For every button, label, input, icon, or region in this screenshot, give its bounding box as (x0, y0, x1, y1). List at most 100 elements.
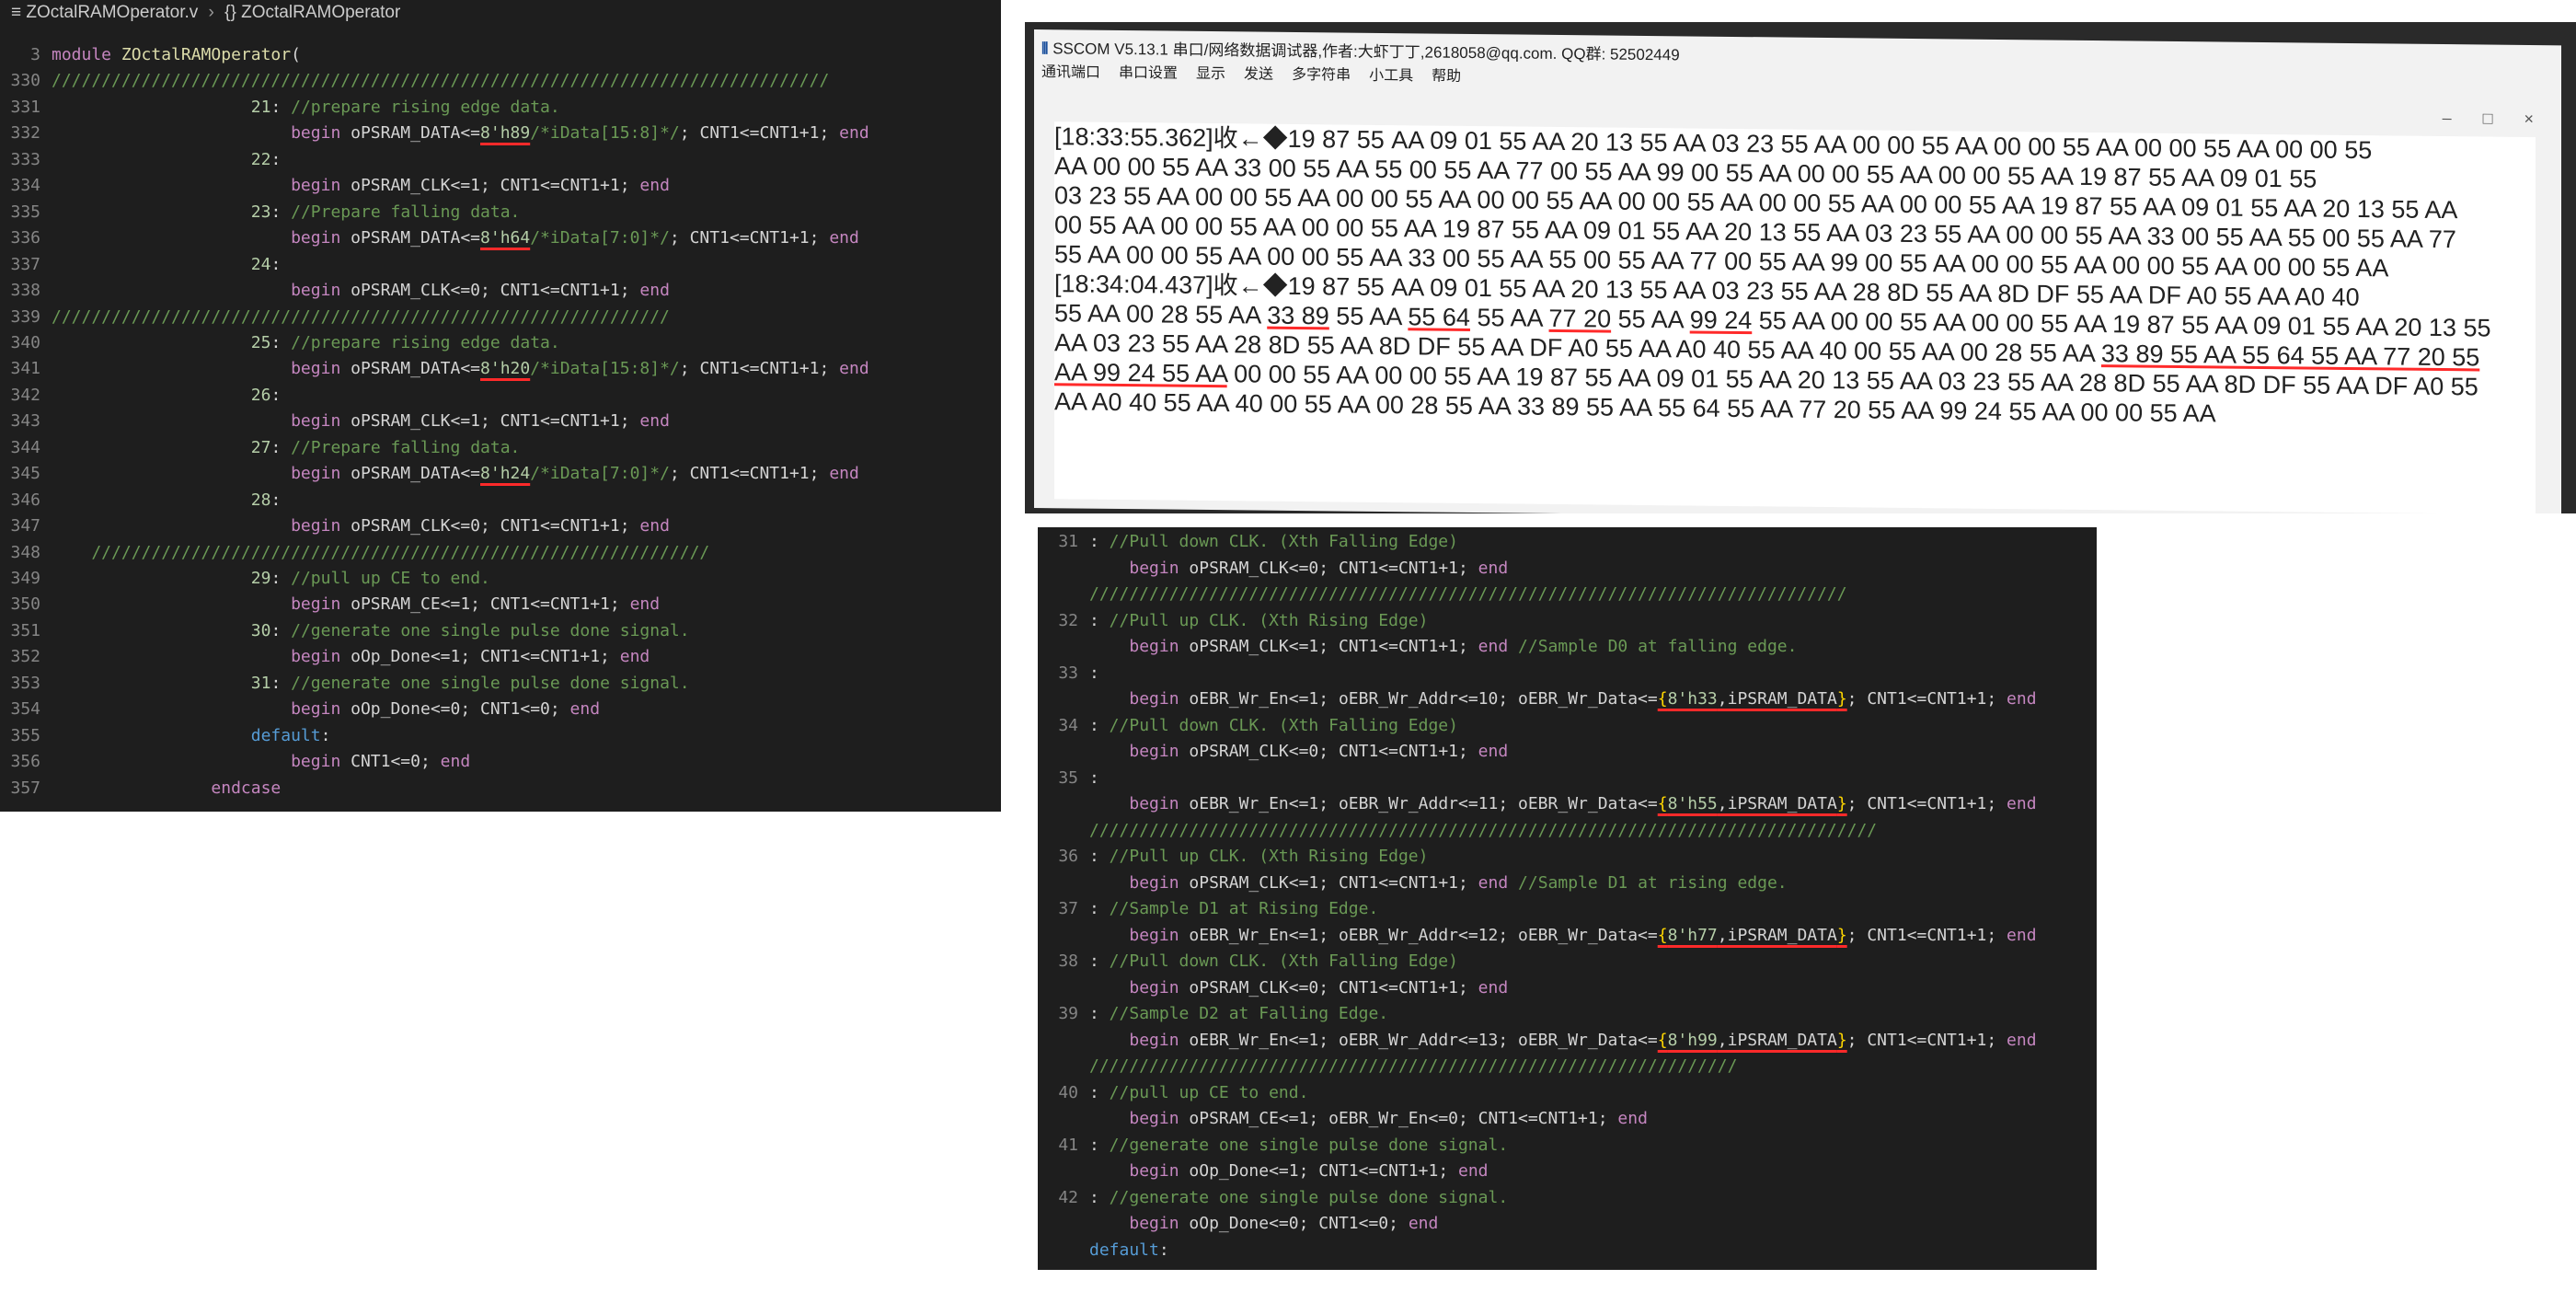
code-line[interactable]: 357 endcase (0, 776, 281, 802)
code-line[interactable]: 333 22: (0, 147, 281, 174)
line-number: 357 (10, 778, 40, 798)
line-number: 342 (10, 385, 40, 405)
code-line[interactable]: default: (1038, 1238, 1169, 1264)
code-token: { (1657, 794, 1668, 813)
code-line[interactable]: 331 21: //prepare rising edge data. (0, 95, 559, 121)
code-line[interactable]: begin oEBR_Wr_En<=1; oEBR_Wr_Addr<=12; o… (1038, 923, 2036, 950)
code-line[interactable]: 36: //Pull up CLK. (Xth Rising Edge) (1038, 844, 1428, 871)
terminal-token: 55 AA (1611, 305, 1690, 334)
code-line[interactable]: begin oOp_Done<=0; CNT1<=0; end (1038, 1211, 1438, 1238)
code-line[interactable]: 37: //Sample D1 at Rising Edge. (1038, 896, 1378, 923)
code-token: 28 (250, 490, 271, 510)
code-line[interactable]: ////////////////////////////////////////… (1038, 582, 1847, 608)
code-line[interactable]: 42: //generate one single pulse done sig… (1038, 1185, 1508, 1212)
code-line[interactable]: begin oEBR_Wr_En<=1; oEBR_Wr_Addr<=11; o… (1038, 791, 2036, 818)
code-line[interactable]: begin oPSRAM_CLK<=1; CNT1<=CNT1+1; end /… (1038, 871, 1787, 897)
code-line[interactable]: 34: //Pull down CLK. (Xth Falling Edge) (1038, 713, 1458, 740)
code-line[interactable]: begin oPSRAM_CLK<=0; CNT1<=CNT1+1; end (1038, 556, 1508, 582)
line-number: 36 (1058, 847, 1078, 866)
code-token: 8'h64 (480, 228, 531, 248)
breadcrumb-file[interactable]: ZOctalRAMOperator.v (26, 3, 198, 22)
code-line[interactable]: 356 begin CNT1<=0; end (0, 749, 470, 776)
code-line[interactable]: 337 24: (0, 252, 281, 279)
code-line[interactable]: 38: //Pull down CLK. (Xth Falling Edge) (1038, 949, 1458, 975)
code-line[interactable]: begin oPSRAM_CLK<=0; CNT1<=CNT1+1; end (1038, 975, 1508, 1002)
code-line[interactable]: begin oPSRAM_CLK<=1; CNT1<=CNT1+1; end /… (1038, 634, 1797, 661)
code-line[interactable]: 347 begin oPSRAM_CLK<=0; CNT1<=CNT1+1; e… (0, 513, 669, 540)
code-line[interactable]: 346 28: (0, 488, 281, 514)
line-number: 330 (10, 71, 40, 91)
code-line[interactable]: 341 begin oPSRAM_DATA<=8'h20/*iData[15:8… (0, 356, 868, 383)
maximize-icon[interactable]: □ (2483, 109, 2493, 127)
code-line[interactable]: 332 begin oPSRAM_DATA<=8'h89/*iData[15:8… (0, 121, 868, 147)
right-code-editor[interactable]: 31: //Pull down CLK. (Xth Falling Edge) … (1038, 527, 2097, 1270)
code-token: 8'h24 (480, 464, 531, 484)
code-line[interactable]: 355 default: (0, 723, 330, 750)
code-token: end (440, 752, 471, 772)
menu-item[interactable]: 通讯端口 (1041, 64, 1100, 81)
code-token: ( (291, 45, 301, 64)
code-line[interactable]: 350 begin oPSRAM_CE<=1; CNT1<=CNT1+1; en… (0, 592, 660, 618)
line-number: 338 (10, 281, 40, 301)
code-line[interactable]: 339 /////////////////////////////////////… (0, 305, 669, 331)
code-token: begin (1129, 1030, 1190, 1050)
code-line[interactable]: 351 30: //generate one single pulse done… (0, 618, 689, 645)
code-line[interactable]: 31: //Pull down CLK. (Xth Falling Edge) (1038, 529, 1458, 556)
code-line[interactable]: 41: //generate one single pulse done sig… (1038, 1133, 1508, 1159)
code-line[interactable]: begin oEBR_Wr_En<=1; oEBR_Wr_Addr<=10; o… (1038, 686, 2036, 713)
code-line[interactable]: 354 begin oOp_Done<=0; CNT1<=0; end (0, 697, 600, 723)
menu-item[interactable]: 显示 (1196, 66, 1225, 82)
code-token: default (250, 725, 321, 745)
line-number: 41 (1058, 1135, 1078, 1155)
code-line[interactable]: 352 begin oOp_Done<=1; CNT1<=CNT1+1; end (0, 644, 650, 671)
code-line[interactable]: 342 26: (0, 383, 281, 409)
code-token: begin (1129, 925, 1190, 945)
code-line[interactable]: 336 begin oPSRAM_DATA<=8'h64/*iData[7:0]… (0, 225, 858, 252)
code-token: 23 (250, 202, 271, 222)
code-line[interactable]: 33: (1038, 661, 1099, 687)
code-token: 29 (250, 569, 271, 588)
code-token: oPSRAM_CLK<=0; CNT1<=CNT1+1; (351, 516, 640, 536)
code-line[interactable]: ////////////////////////////////////////… (1038, 818, 1877, 845)
code-line[interactable]: 340 25: //prepare rising edge data. (0, 330, 559, 357)
code-line[interactable]: 334 begin oPSRAM_CLK<=1; CNT1<=CNT1+1; e… (0, 173, 669, 200)
left-code-editor[interactable]: ≡ ZOctalRAMOperator.v › {} ZOctalRAMOper… (0, 0, 1001, 812)
code-line[interactable]: 344 27: //Prepare falling data. (0, 435, 520, 462)
code-token: : (270, 569, 292, 588)
menu-item[interactable]: 帮助 (1432, 69, 1461, 85)
terminal-token: 77 20 (1548, 304, 1612, 333)
code-line[interactable]: 39: //Sample D2 at Falling Edge. (1038, 1001, 1388, 1028)
code-token: oPSRAM_DATA<= (351, 359, 481, 379)
code-line[interactable]: 35: (1038, 766, 1099, 792)
menu-item[interactable]: 小工具 (1369, 68, 1413, 85)
code-line[interactable]: 32: //Pull up CLK. (Xth Rising Edge) (1038, 608, 1428, 635)
code-line[interactable]: 330 /////////////////////////////////////… (0, 68, 829, 95)
code-line[interactable]: 335 23: //Prepare falling data. (0, 200, 520, 226)
menu-item[interactable]: 多字符串 (1292, 67, 1351, 84)
code-line[interactable]: 348 ////////////////////////////////////… (0, 540, 709, 567)
code-line[interactable]: 353 31: //generate one single pulse done… (0, 671, 689, 698)
menu-item[interactable]: 串口设置 (1119, 65, 1178, 82)
menu-item[interactable]: 发送 (1244, 66, 1273, 82)
code-token: : (270, 673, 292, 693)
code-line[interactable]: 345 begin oPSRAM_DATA<=8'h24/*iData[7:0]… (0, 461, 858, 488)
code-line[interactable]: begin oPSRAM_CLK<=0; CNT1<=CNT1+1; end (1038, 739, 1508, 766)
code-line[interactable]: ////////////////////////////////////////… (1038, 1054, 1737, 1080)
code-token: begin (1129, 1161, 1190, 1181)
code-token: : (1089, 767, 1099, 788)
code-line[interactable]: begin oOp_Done<=1; CNT1<=CNT1+1; end (1038, 1159, 1488, 1185)
code-line[interactable]: 338 begin oPSRAM_CLK<=0; CNT1<=CNT1+1; e… (0, 278, 669, 305)
breadcrumb-symbol[interactable]: ZOctalRAMOperator (241, 3, 400, 22)
minimize-icon[interactable]: – (2443, 109, 2452, 127)
code-line[interactable]: begin oEBR_Wr_En<=1; oEBR_Wr_Addr<=13; o… (1038, 1028, 2036, 1055)
code-line[interactable]: 349 29: //pull up CE to end. (0, 566, 489, 593)
code-line[interactable]: 343 begin oPSRAM_CLK<=1; CNT1<=CNT1+1; e… (0, 409, 669, 435)
code-line[interactable]: 40: //pull up CE to end. (1038, 1080, 1308, 1107)
code-token: begin (1129, 742, 1190, 761)
code-line[interactable]: begin oPSRAM_CE<=1; oEBR_Wr_En<=0; CNT1<… (1038, 1106, 1648, 1133)
code-line[interactable]: 3 module ZOctalRAMOperator( (0, 42, 301, 69)
close-icon[interactable]: × (2524, 110, 2534, 128)
